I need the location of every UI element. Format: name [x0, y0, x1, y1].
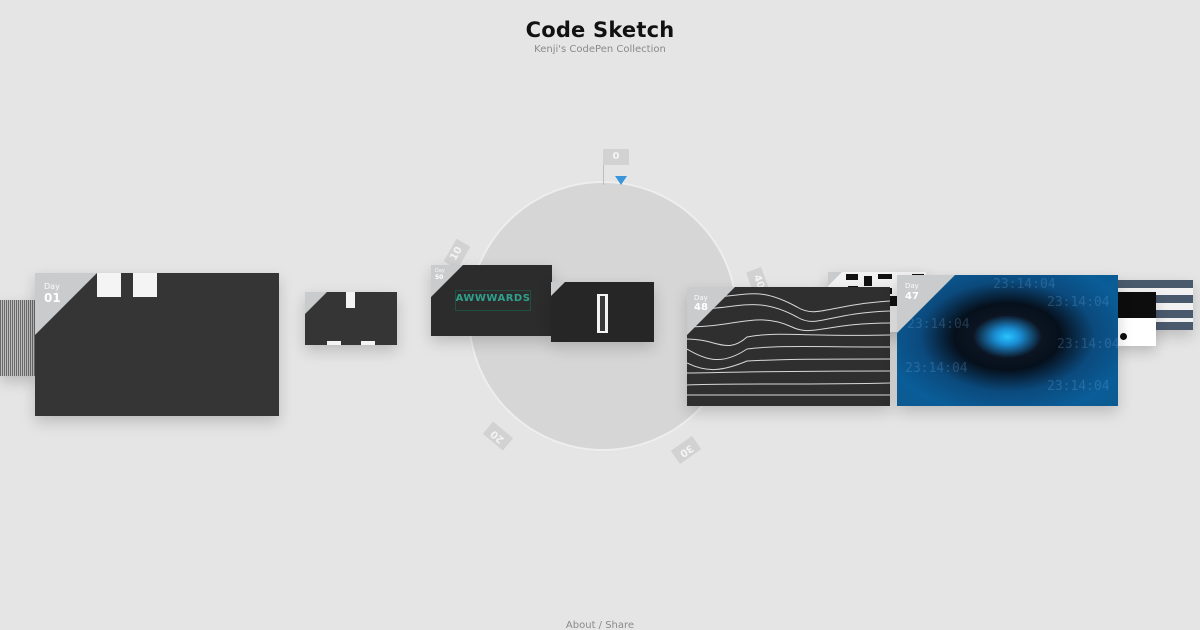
card-shape	[327, 341, 341, 345]
card-day-label: Day	[905, 282, 919, 290]
clock-text: 23:14:04	[1047, 295, 1110, 310]
card-day-01[interactable]: Day 01	[35, 273, 279, 416]
card-dot-shape	[1120, 333, 1127, 340]
card-small-left[interactable]	[305, 292, 397, 345]
card-stripe	[1117, 280, 1193, 288]
card-day-48[interactable]: Day 48	[687, 287, 890, 406]
dial-tick-30[interactable]: 30	[670, 435, 702, 465]
card-day-number: 48	[694, 302, 708, 313]
clock-text: 23:14:04	[1057, 337, 1118, 352]
clock-text: 23:14:04	[905, 361, 968, 376]
page: Code Sketch Kenji's CodePen Collection 0…	[0, 0, 1200, 630]
card-vertical-bar[interactable]	[551, 282, 654, 342]
card-shape	[1113, 292, 1156, 318]
card-day-label: Day	[694, 294, 708, 302]
card-shape	[133, 273, 157, 297]
card-shape-inner	[600, 296, 605, 331]
card-corner	[551, 282, 565, 296]
dial-pointer-icon	[615, 176, 627, 185]
thumbnail-stripes[interactable]	[0, 300, 36, 376]
card-shape	[97, 273, 121, 297]
card-day-number: 01	[44, 291, 61, 305]
card-corner	[305, 292, 327, 314]
card-day-47[interactable]: 23:14:04 23:14:04 23:14:04 23:14:04 23:1…	[897, 275, 1118, 406]
card-day-50[interactable]: Day 50 AWWWARDS	[431, 265, 552, 336]
page-title: Code Sketch	[525, 18, 675, 42]
clock-text: 23:14:04	[993, 277, 1056, 292]
awwwards-text: AWWWARDS	[455, 293, 531, 304]
dial-tick-line-0	[603, 165, 604, 185]
card-day-number: 50	[435, 274, 444, 281]
page-subtitle: Kenji's CodePen Collection	[534, 44, 666, 55]
card-shape	[346, 292, 355, 308]
clock-text: 23:14:04	[1047, 379, 1110, 394]
dial-tick-20[interactable]: 20	[482, 421, 514, 451]
dial-tick-0[interactable]: 0	[603, 149, 629, 165]
card-shape	[361, 341, 375, 345]
about-share-link[interactable]: About / Share	[0, 620, 1200, 630]
card-day-number: 47	[905, 291, 919, 302]
card-day-label: Day	[44, 282, 60, 291]
card-dot[interactable]	[1113, 292, 1156, 346]
